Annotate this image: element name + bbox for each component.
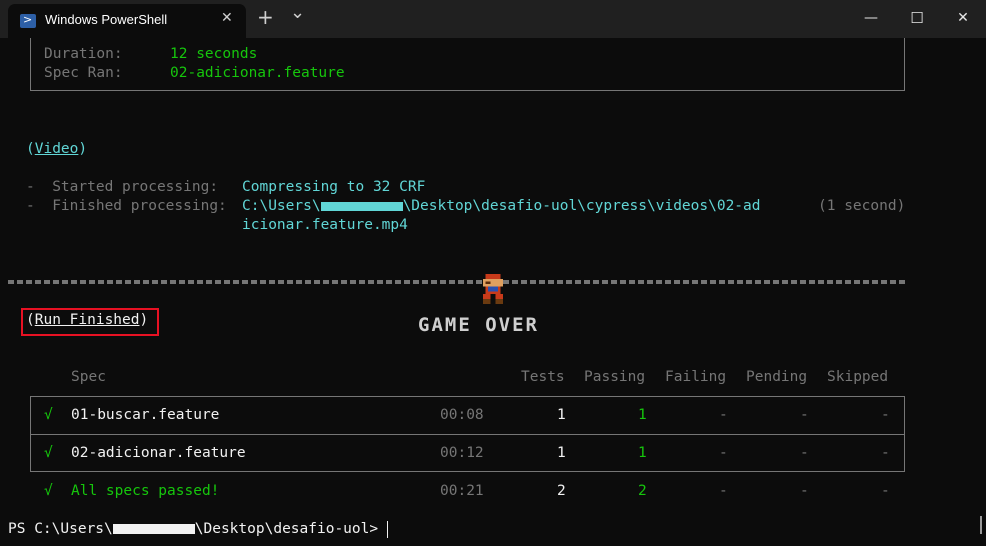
tab-windows-powershell[interactable]: > Windows PowerShell ✕ [8,4,246,38]
minimize-button[interactable]: — [848,0,894,36]
row-tests: 1 [557,445,566,461]
row-time: 00:12 [440,445,484,461]
game-over-banner: GAME OVER [418,314,539,336]
row-skipped: - [881,407,890,423]
row-passing: 1 [638,407,647,423]
maximize-button[interactable]: ☐ [894,0,940,36]
close-button[interactable]: ✕ [940,0,986,36]
header-passing: Passing [584,369,646,385]
summary-pending: - [800,483,809,499]
summary-failing: - [719,483,728,499]
row-failing: - [719,445,728,461]
scrollbar[interactable] [980,516,982,534]
header-skipped: Skipped [827,369,889,385]
row-passing: 1 [638,445,647,461]
check-icon: √ [44,445,53,461]
tab-title: Windows PowerShell [45,12,168,27]
spec-ran-value: 02-adicionar.feature [170,65,345,81]
finished-time: (1 second) [818,198,906,214]
results-box [30,38,905,91]
duration-value: 12 seconds [170,46,258,62]
video-heading: (Video) [26,141,88,157]
powershell-icon: > [20,13,36,28]
separator-line [8,280,908,284]
video-link[interactable]: Video [35,141,79,157]
duration-label: Duration: [44,46,123,62]
row-pending: - [800,445,809,461]
new-tab-button[interactable]: + [257,5,274,29]
spec-ran-label: Spec Ran: [44,65,123,81]
header-failing: Failing [665,369,727,385]
row-spec: 01-buscar.feature [71,407,220,423]
header-tests: Tests [521,369,565,385]
summary-label: All specs passed! [71,483,220,499]
row-tests: 1 [557,407,566,423]
row-spec: 02-adicionar.feature [71,445,246,461]
row-skipped: - [881,445,890,461]
run-finished-heading: (Run Finished) [26,312,149,328]
summary-passing: 2 [638,483,647,499]
row-time: 00:08 [440,407,484,423]
header-spec: Spec [71,369,106,385]
redacted-username [320,201,403,211]
finished-label: - Finished processing: [26,198,227,214]
summary-skipped: - [881,483,890,499]
tab-close-icon[interactable]: ✕ [221,10,233,26]
check-icon: √ [44,407,53,423]
summary-tests: 2 [557,483,566,499]
redacted-username [112,524,195,534]
text-cursor [386,520,388,538]
header-pending: Pending [746,369,808,385]
command-prompt[interactable]: PS C:\Users\ \Desktop\desafio-uol> [8,520,388,539]
finished-path-continued: icionar.feature.mp4 [242,217,408,233]
started-value: Compressing to 32 CRF [242,179,426,195]
row-pending: - [800,407,809,423]
started-label: - Started processing: [26,179,219,195]
finished-path: C:\Users\ \Desktop\desafio-uol\cypress\vi… [242,198,761,214]
summary-check-icon: √ [44,483,53,499]
row-failing: - [719,407,728,423]
summary-time: 00:21 [440,483,484,499]
tab-dropdown-button[interactable]: ⌄ [290,2,305,23]
title-bar: > Windows PowerShell ✕ + ⌄ — ☐ ✕ [0,0,986,38]
mario-icon [483,274,503,304]
